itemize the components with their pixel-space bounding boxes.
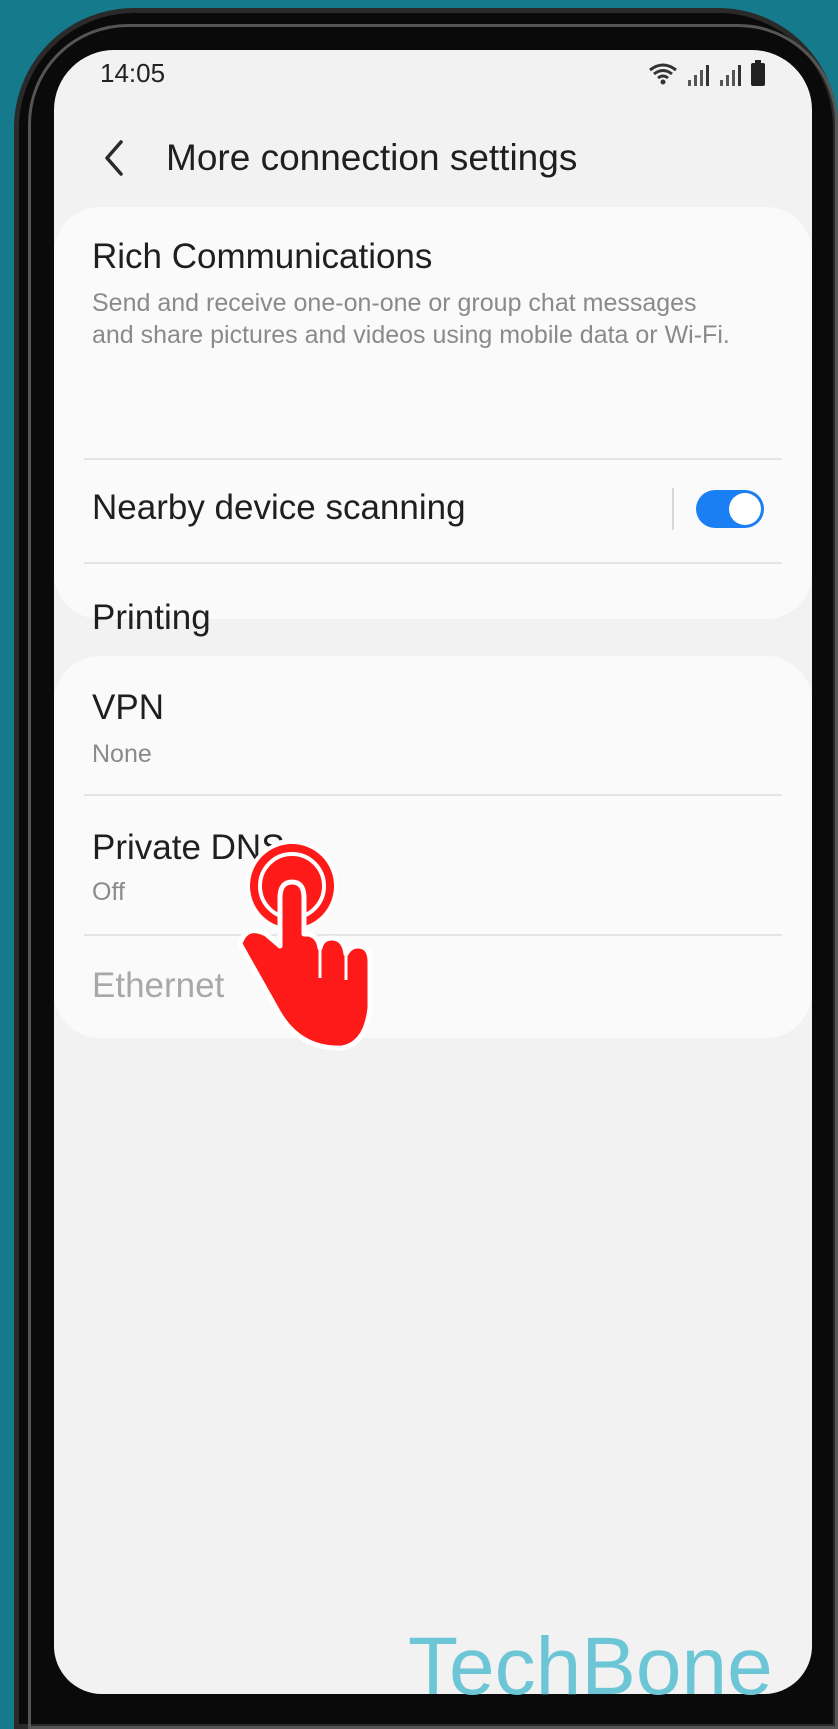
status-time: 14:05 (100, 58, 166, 88)
rich-communications-item[interactable]: Rich Communications Send and receive one… (54, 207, 812, 407)
watermark: TechBone (408, 1621, 773, 1712)
wifi-icon (649, 63, 677, 85)
status-icons (648, 60, 766, 86)
nearby-device-scanning-item[interactable]: Nearby device scanning (54, 460, 812, 560)
pointing-hand-icon (237, 840, 373, 1051)
signal-icon (720, 65, 741, 86)
nearby-device-scanning-title: Nearby device scanning (92, 488, 466, 527)
toggle-separator (672, 488, 674, 530)
rich-communications-title: Rich Communications (92, 237, 433, 276)
back-button[interactable] (84, 128, 144, 188)
settings-card-connections: Rich Communications Send and receive one… (54, 207, 812, 637)
nearby-device-scanning-toggle[interactable] (696, 490, 764, 528)
chevron-left-icon (105, 140, 123, 176)
toggle-knob (729, 493, 761, 525)
vpn-title: VPN (92, 688, 164, 727)
status-bar: 14:05 (54, 50, 812, 98)
battery-icon (751, 60, 765, 86)
settings-card-network: VPN None Private DNS Off Ethernet (54, 656, 812, 1038)
ethernet-title: Ethernet (92, 966, 225, 1005)
rich-communications-subtitle: Send and receive one-on-one or group cha… (92, 289, 730, 349)
app-header: More connection settings (54, 118, 812, 198)
printing-item[interactable]: Printing (54, 564, 812, 664)
private-dns-item[interactable]: Private DNS Off (54, 796, 812, 934)
phone-screen: 14:05 More connection settings Rich Comm… (54, 50, 812, 1694)
private-dns-subtitle: Off (92, 878, 125, 906)
printing-title: Printing (92, 598, 211, 637)
vpn-item[interactable]: VPN None (54, 656, 812, 794)
signal-icon (688, 65, 709, 86)
vpn-subtitle: None (92, 740, 152, 768)
ethernet-item: Ethernet (54, 936, 812, 1036)
page-title: More connection settings (166, 137, 578, 178)
